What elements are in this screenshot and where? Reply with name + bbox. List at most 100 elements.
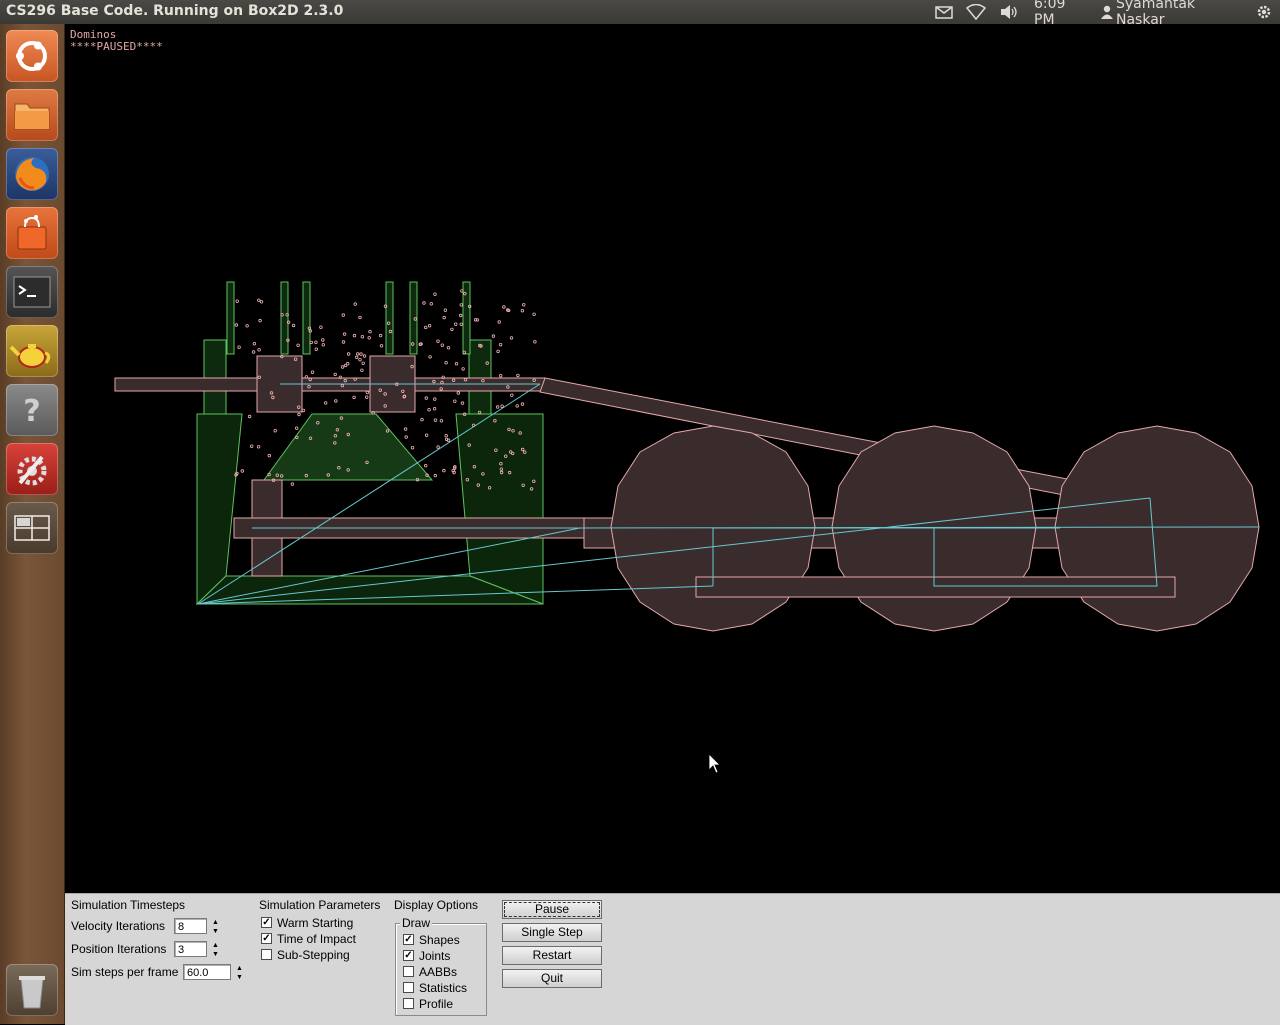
particle <box>360 368 364 372</box>
terminal-icon[interactable] <box>6 266 58 318</box>
decrement-arrow-icon[interactable]: ▼ <box>234 973 245 982</box>
particle <box>443 308 448 312</box>
particle <box>433 292 437 296</box>
warm-starting-checkbox[interactable]: ✓ <box>261 917 272 928</box>
particle <box>367 336 371 340</box>
increment-arrow-icon[interactable]: ▲ <box>234 964 245 973</box>
clock[interactable]: 6:09 PM <box>1034 0 1090 28</box>
particle <box>319 325 323 329</box>
trash-icon[interactable] <box>6 964 58 1016</box>
particle <box>496 349 500 354</box>
particle <box>459 322 463 326</box>
particle <box>440 343 444 347</box>
particle <box>452 470 456 475</box>
shopping-bag-icon[interactable] <box>6 207 58 259</box>
particle <box>432 407 437 411</box>
decrement-arrow-icon[interactable]: ▼ <box>210 927 221 936</box>
gear-icon[interactable] <box>1254 2 1274 22</box>
particle <box>321 338 325 342</box>
decrement-arrow-icon[interactable]: ▼ <box>210 950 221 959</box>
particle <box>273 429 277 433</box>
increment-arrow-icon[interactable]: ▲ <box>210 941 221 950</box>
joints-checkbox[interactable]: ✓ <box>403 950 414 961</box>
wifi-icon[interactable] <box>965 2 987 22</box>
time-of-impact-label: Time of Impact <box>277 932 356 946</box>
particle <box>358 358 362 362</box>
particle <box>245 324 249 328</box>
top-panel: CS296 Base Code. Running on Box2D 2.3.0 … <box>0 0 1280 28</box>
simulation-viewport[interactable]: Dominos ****PAUSED**** <box>65 24 1280 893</box>
sim-steps-field[interactable]: 60.0 <box>183 964 231 980</box>
single-step-button[interactable]: Single Step <box>502 923 602 942</box>
sim-steps-stepper[interactable]: ▲ ▼ <box>234 964 245 982</box>
velocity-iterations-label: Velocity Iterations <box>71 919 166 933</box>
profile-checkbox[interactable] <box>403 998 414 1009</box>
physics-scene <box>114 281 1260 774</box>
workspaces-icon[interactable] <box>6 502 58 554</box>
coupling-rod <box>695 576 1176 598</box>
sub-stepping-label: Sub-Stepping <box>277 948 350 962</box>
particle <box>428 355 432 359</box>
particle <box>352 395 356 400</box>
position-iterations-field[interactable]: 3 <box>174 941 207 957</box>
volume-icon[interactable] <box>998 2 1020 22</box>
particle <box>257 348 261 352</box>
particle <box>522 303 526 307</box>
firefox-icon[interactable] <box>6 148 58 200</box>
particle <box>444 434 448 438</box>
particle <box>291 323 296 328</box>
particle <box>251 350 256 354</box>
position-iterations-stepper[interactable]: ▲ ▼ <box>210 941 221 959</box>
particle <box>301 408 306 413</box>
shapes-checkbox[interactable]: ✓ <box>403 934 414 945</box>
svg-text:?: ? <box>23 394 40 429</box>
restart-button[interactable]: Restart <box>502 946 602 965</box>
sim-steps-label: Sim steps per frame <box>71 965 179 979</box>
pause-button[interactable]: Pause <box>502 900 602 919</box>
particle <box>460 289 464 293</box>
question-icon[interactable]: ? <box>6 384 58 436</box>
particle <box>515 404 519 408</box>
quit-button[interactable]: Quit <box>502 969 602 988</box>
particle <box>362 354 367 358</box>
velocity-iterations-field[interactable]: 8 <box>174 918 207 934</box>
particle <box>427 408 431 412</box>
particle <box>410 446 415 450</box>
shapes-label: Shapes <box>419 933 460 947</box>
draw-group-label: Draw <box>400 916 433 930</box>
particle <box>296 343 300 347</box>
particle <box>235 299 239 303</box>
envelope-icon[interactable] <box>934 2 954 22</box>
velocity-iterations-stepper[interactable]: ▲ ▼ <box>210 918 221 936</box>
time-of-impact-checkbox[interactable]: ✓ <box>261 933 272 944</box>
user-name[interactable]: Syamantak Naskar <box>1116 0 1246 28</box>
particle <box>368 329 372 334</box>
sub-stepping-checkbox[interactable] <box>261 949 272 960</box>
teapot-icon[interactable] <box>6 325 58 377</box>
particle <box>424 325 428 330</box>
statistics-checkbox[interactable] <box>403 982 414 993</box>
particle <box>424 464 428 468</box>
folder-icon[interactable] <box>6 89 58 141</box>
particle <box>532 312 536 316</box>
particle <box>295 426 299 430</box>
wrench-gear-icon[interactable] <box>6 443 58 495</box>
particle <box>533 340 537 344</box>
person-icon[interactable] <box>1100 2 1114 22</box>
increment-arrow-icon[interactable]: ▲ <box>210 918 221 927</box>
particle <box>297 412 301 417</box>
particle <box>441 375 445 379</box>
ubuntu-logo-icon[interactable] <box>6 30 58 82</box>
aabbs-checkbox[interactable] <box>403 966 414 977</box>
wheel-3 <box>1054 425 1260 632</box>
particle <box>454 322 458 326</box>
particle <box>340 365 345 369</box>
window-title: CS296 Base Code. Running on Box2D 2.3.0 <box>6 3 344 19</box>
particle <box>234 323 239 327</box>
particle <box>459 313 463 318</box>
timesteps-heading: Simulation Timesteps <box>71 898 186 912</box>
particle <box>249 444 254 448</box>
warm-starting-label: Warm Starting <box>277 916 354 930</box>
particle <box>314 347 318 351</box>
particle <box>352 333 357 338</box>
